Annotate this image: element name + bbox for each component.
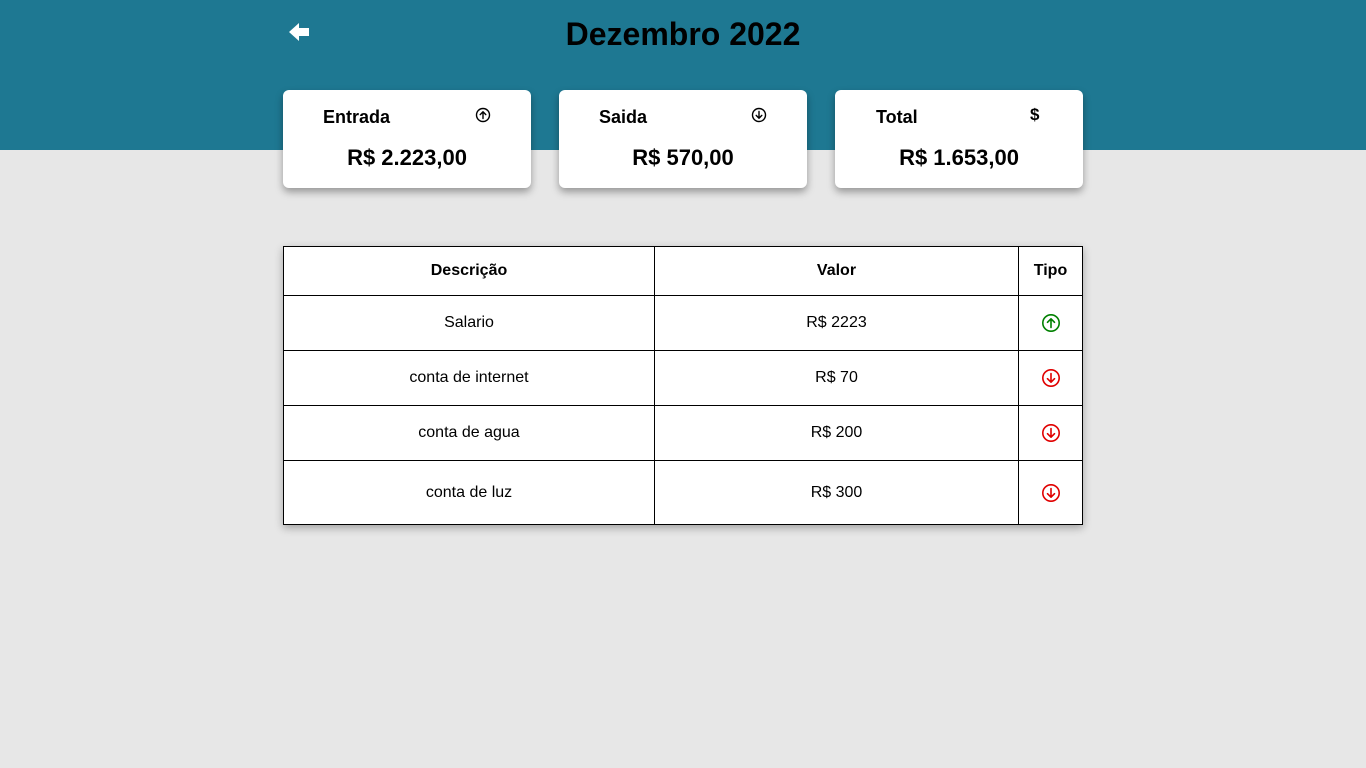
row-type: [1018, 350, 1083, 406]
card-entrada-label: Entrada: [323, 107, 391, 127]
row-description: conta de internet: [283, 350, 655, 406]
row-type: [1018, 405, 1083, 461]
arrow-up-circle-icon: [1041, 314, 1060, 332]
table-row: conta de luz R$ 300: [283, 460, 1083, 525]
row-value: R$ 2223: [654, 295, 1019, 351]
card-saida-value: R$ 570,00: [632, 145, 734, 170]
card-total: Total $ R$ 1.653,00: [835, 90, 1083, 188]
row-type: [1018, 295, 1083, 351]
card-entrada-value: R$ 2.223,00: [347, 145, 467, 170]
column-header-descricao: Descrição: [283, 246, 655, 296]
row-value: R$ 300: [654, 460, 1019, 525]
arrow-down-circle-icon: [1041, 369, 1060, 387]
table-row: conta de internet R$ 70: [283, 350, 1083, 406]
card-entrada: Entrada R$ 2.223,00: [283, 90, 531, 188]
dollar-icon: $: [1030, 105, 1040, 124]
row-description: Salario: [283, 295, 655, 351]
arrow-up-circle-icon: [475, 107, 491, 123]
column-header-valor: Valor: [654, 246, 1019, 296]
card-saida-label: Saida: [599, 107, 648, 127]
row-value: R$ 70: [654, 350, 1019, 406]
row-description: conta de agua: [283, 405, 655, 461]
page-title: Dezembro 2022: [565, 16, 801, 52]
row-type: [1018, 460, 1083, 525]
arrow-down-circle-icon: [1041, 424, 1060, 442]
table-header-row: Descrição Valor Tipo: [283, 246, 1083, 296]
row-description: conta de luz: [283, 460, 655, 525]
table-row: Salario R$ 2223: [283, 295, 1083, 351]
arrow-down-circle-icon: [1041, 483, 1060, 502]
card-saida: Saida R$ 570,00: [559, 90, 807, 188]
card-total-value: R$ 1.653,00: [899, 145, 1019, 170]
arrow-down-circle-icon: [751, 107, 767, 123]
row-value: R$ 200: [654, 405, 1019, 461]
card-total-label: Total: [876, 107, 918, 127]
column-header-tipo: Tipo: [1018, 246, 1083, 296]
transactions-table: Descrição Valor Tipo Salario R$ 2223 con…: [283, 246, 1083, 525]
table-row: conta de agua R$ 200: [283, 405, 1083, 461]
